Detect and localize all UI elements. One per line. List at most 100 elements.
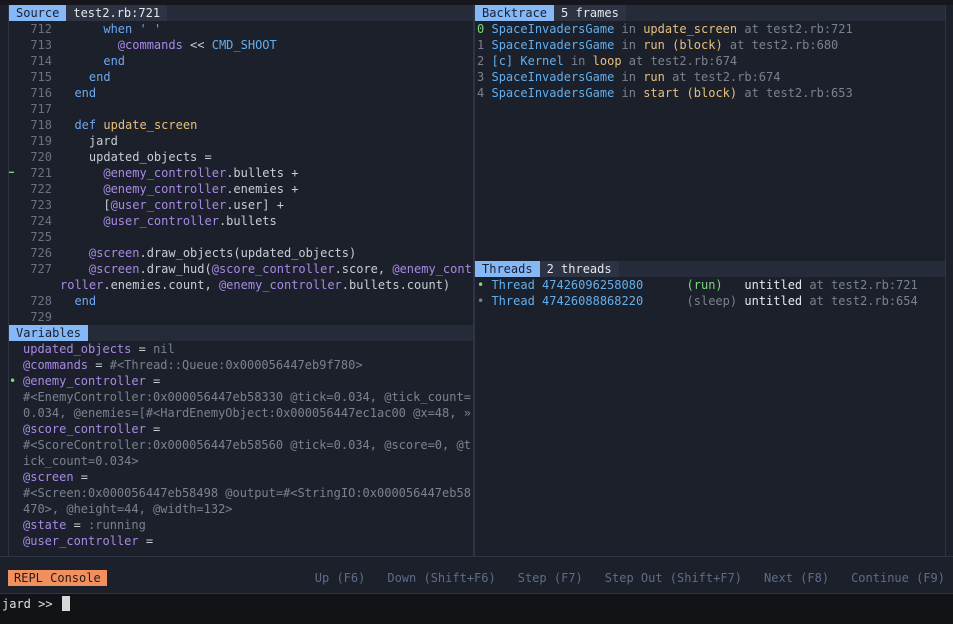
toolbar-key-button[interactable]: Down (Shift+F6)	[387, 570, 495, 586]
thread-status: (run)	[686, 278, 738, 292]
variable-name: @user_controller	[23, 534, 139, 548]
variable-value: #<Screen:0x000056447eb58498 @output=#<St…	[23, 486, 471, 516]
current-line-marker: ━	[9, 168, 14, 177]
variable-row[interactable]: @state = :running	[1, 517, 471, 533]
variable-row[interactable]: @commands = #<Thread::Queue:0x000056447e…	[1, 357, 471, 373]
toolbar-key-button[interactable]: Step Out (Shift+F7)	[605, 570, 742, 586]
source-line: 712 when ' '	[9, 21, 473, 37]
toolbar-key-button[interactable]: Step (F7)	[518, 570, 583, 586]
code-token: @user_controller	[110, 198, 227, 212]
frame-location: at test2.rb:680	[722, 38, 839, 52]
thread-name: Thread 47426088868220	[491, 294, 644, 308]
thread-location: at test2.rb:654	[802, 294, 918, 308]
line-number: 729	[30, 310, 52, 324]
code-text: end	[60, 53, 473, 69]
backtrace-frame[interactable]: 1 SpaceInvadersGame in run (block) at te…	[469, 37, 945, 53]
line-number: 715	[30, 70, 52, 84]
variable-equals: =	[66, 518, 89, 532]
toolbar-key-button[interactable]: Up (F6)	[315, 570, 366, 586]
thread-row[interactable]: • Thread 47426096258080 (run) untitled a…	[469, 277, 945, 293]
variable-value: #<EnemyController:0x000056447eb58330 @ti…	[23, 390, 471, 420]
code-token: end	[88, 70, 111, 84]
frame-index: 3	[477, 70, 485, 84]
repl-console-button[interactable]: REPL Console	[8, 570, 107, 586]
thread-bullet-icon: •	[477, 294, 492, 308]
variable-name: @screen	[23, 470, 74, 484]
code-token: ' '	[132, 22, 162, 36]
code-token: @enemy_controller	[218, 278, 342, 292]
frame-in: in	[563, 54, 593, 68]
variable-row[interactable]: @user_controller =	[1, 533, 471, 549]
frame-method: update_screen	[643, 22, 738, 36]
backtrace-frame[interactable]: 3 SpaceInvadersGame in run at test2.rb:6…	[469, 69, 945, 85]
backtrace-frame[interactable]: 0 SpaceInvadersGame in update_screen at …	[469, 21, 945, 37]
toolbar-key-button[interactable]: Next (F8)	[764, 570, 829, 586]
variable-row[interactable]: updated_objects = nil	[1, 341, 471, 357]
code-token: .bullets	[218, 214, 277, 228]
variable-value: #<ScoreController:0x000056447eb58560 @ti…	[23, 438, 471, 468]
variable-row[interactable]: @score_controller =	[1, 421, 471, 437]
code-token: jard	[60, 134, 118, 148]
variable-name: @commands	[23, 358, 89, 372]
variables-panel: Variables updated_objects = nil @commands…	[8, 325, 474, 556]
code-text: [@user_controller.user] +	[60, 197, 473, 213]
variable-row[interactable]: @screen =	[1, 469, 471, 485]
variable-value: nil	[153, 342, 175, 356]
line-number: 712	[30, 22, 52, 36]
backtrace-title: Backtrace	[475, 5, 555, 21]
thread-row[interactable]: • Thread 47426088868220 (sleep) untitled…	[469, 293, 945, 309]
code-text: @user_controller.bullets	[60, 213, 473, 229]
repl-terminal[interactable]: jard >>	[0, 594, 953, 624]
frame-method: run (block)	[643, 38, 723, 52]
frame-in: in	[614, 38, 644, 52]
variable-equals: =	[145, 374, 161, 388]
source-location: test2.rb:721	[66, 5, 168, 21]
code-text: @screen.draw_hud(@score_controller.score…	[60, 261, 473, 293]
thread-bullet-icon: •	[477, 278, 492, 292]
source-line: 714 end	[9, 53, 473, 69]
source-panel: Source test2.rb:721 712 when ' ' 713 @comm…	[8, 5, 474, 325]
cursor	[61, 596, 70, 611]
frame-location: at test2.rb:674	[664, 70, 781, 84]
variable-equals: =	[145, 422, 161, 436]
source-line: 717	[9, 101, 473, 117]
line-number: 726	[30, 246, 52, 260]
frame-class: SpaceInvadersGame	[491, 22, 615, 36]
code-token: .enemies.count,	[103, 278, 219, 292]
code-token: @enemy_controller	[103, 182, 227, 196]
code-text: @screen.draw_objects(updated_objects)	[60, 245, 473, 261]
code-text: updated_objects =	[60, 149, 473, 165]
frame-location: at test2.rb:674	[621, 54, 738, 68]
variables-title: Variables	[9, 325, 89, 341]
code-token: @user_controller	[103, 214, 219, 228]
toolbar-key-button[interactable]: Continue (F9)	[851, 570, 945, 586]
source-line: 724 @user_controller.bullets	[9, 213, 473, 229]
frame-index: 0	[477, 22, 485, 36]
backtrace-frame[interactable]: 2 [c] Kernel in loop at test2.rb:674	[469, 53, 945, 69]
variable-value: #<Thread::Queue:0x000056447eb9f780>	[109, 358, 363, 372]
frame-location: at test2.rb:721	[737, 22, 853, 36]
variable-row[interactable]: • @enemy_controller =	[1, 373, 471, 389]
line-number: 724	[30, 214, 52, 228]
backtrace-panel: Backtrace 5 frames 0 SpaceInvadersGame in…	[474, 5, 946, 261]
source-line: 729	[9, 309, 473, 325]
backtrace-frame[interactable]: 4 SpaceInvadersGame in start (block) at …	[469, 85, 945, 101]
code-token: @score_controller	[211, 262, 335, 276]
line-number: 725	[30, 230, 52, 244]
variable-name: @enemy_controller	[23, 374, 146, 388]
variable-value: :running	[88, 518, 146, 532]
source-line: 728 end	[9, 293, 473, 309]
code-token: end	[74, 86, 97, 100]
code-text: end	[60, 85, 473, 101]
code-token: end	[74, 294, 97, 308]
variable-name: updated_objects	[23, 342, 132, 356]
frame-method: run	[643, 70, 665, 84]
source-line: 723 [@user_controller.user] +	[9, 197, 473, 213]
code-token: .bullets.count)	[341, 278, 451, 292]
